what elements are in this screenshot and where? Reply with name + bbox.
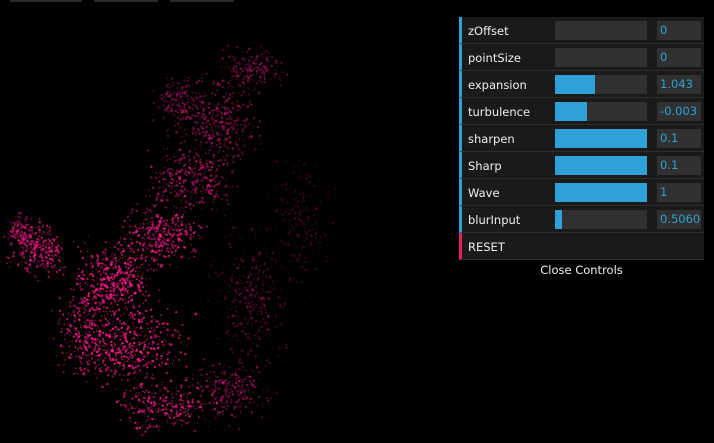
wave-slider[interactable] [555,183,647,202]
control-expansion: expansion 1.043 [459,71,704,98]
slider-fill [555,183,647,202]
wave-input[interactable]: 1 [657,183,701,202]
control-blurinput: blurInput 0.5060 [459,206,704,233]
slider-fill [555,156,647,175]
zoffset-input[interactable]: 0 [657,21,701,40]
slider-fill [555,129,647,148]
top-tab-2[interactable] [94,0,158,2]
sharp-slider[interactable] [555,156,647,175]
control-pointsize: pointSize 0 [459,44,704,71]
control-label: expansion [468,78,527,92]
expansion-slider[interactable] [555,75,647,94]
expansion-input[interactable]: 1.043 [657,75,701,94]
slider-fill [555,210,563,229]
blurinput-slider[interactable] [555,210,647,229]
control-label: Sharp [468,159,502,173]
control-label: zOffset [468,24,509,38]
top-tab-3[interactable] [170,0,234,2]
control-label: Wave [468,186,500,200]
slider-fill [555,102,588,121]
pointsize-slider[interactable] [555,48,647,67]
turbulence-slider[interactable] [555,102,647,121]
top-tab-1[interactable] [10,0,82,2]
control-sharp: Sharp 0.1 [459,152,704,179]
close-controls-button[interactable]: Close Controls [459,260,704,280]
controls-panel: zOffset 0 pointSize 0 expansion 1.043 tu… [459,17,704,280]
control-zoffset: zOffset 0 [459,17,704,44]
reset-button[interactable]: RESET [459,233,704,260]
control-wave: Wave 1 [459,179,704,206]
control-label: turbulence [468,105,531,119]
slider-fill [555,75,595,94]
sharpen-slider[interactable] [555,129,647,148]
control-label: blurInput [468,213,521,227]
pointsize-input[interactable]: 0 [657,48,701,67]
control-label: sharpen [468,132,515,146]
sharp-input[interactable]: 0.1 [657,156,701,175]
blurinput-input[interactable]: 0.5060 [657,210,701,229]
reset-label: RESET [468,240,505,254]
zoffset-slider[interactable] [555,21,647,40]
control-turbulence: turbulence -0.003 [459,98,704,125]
turbulence-input[interactable]: -0.003 [657,102,701,121]
sharpen-input[interactable]: 0.1 [657,129,701,148]
control-label: pointSize [468,51,521,65]
control-sharpen: sharpen 0.1 [459,125,704,152]
